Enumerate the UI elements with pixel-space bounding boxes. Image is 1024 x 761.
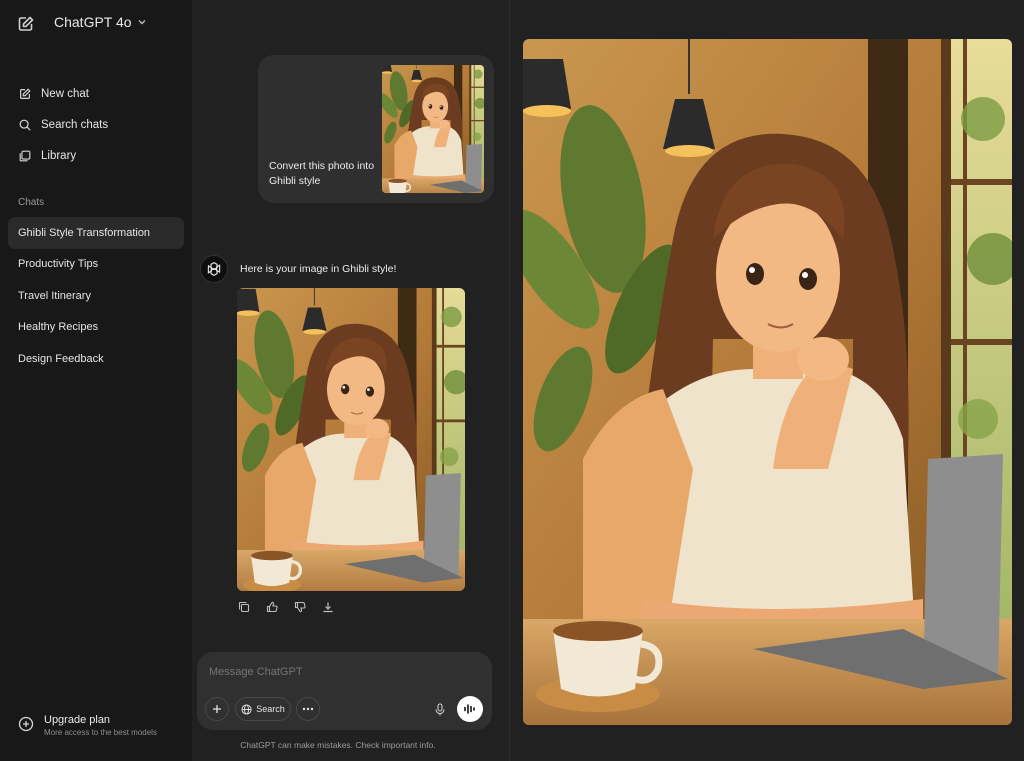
new-chat-icon <box>20 87 31 99</box>
sidebar-item-label: Library <box>41 149 77 162</box>
message-actions <box>238 601 334 613</box>
sidebar-item-label: Search chats <box>41 118 109 131</box>
model-selector[interactable]: ChatGPT 4o <box>54 14 147 30</box>
copy-icon[interactable] <box>238 601 250 613</box>
message-input[interactable] <box>209 666 469 678</box>
chatgpt-avatar <box>200 255 228 283</box>
search-icon <box>19 119 31 131</box>
message-composer: Search <box>197 652 492 730</box>
uploaded-photo-thumbnail[interactable] <box>382 65 484 193</box>
sidebar-item-label: New chat <box>41 87 89 100</box>
plus-circle-icon <box>18 716 34 732</box>
chat-item-design-feedback[interactable]: Design Feedback <box>8 343 184 375</box>
generated-image[interactable] <box>237 288 465 591</box>
voice-mode-button[interactable] <box>457 696 483 722</box>
upgrade-title: Upgrade plan <box>44 714 111 726</box>
thumbs-down-icon[interactable] <box>294 601 306 613</box>
upgrade-plan-button[interactable]: Upgrade plan More access to the best mod… <box>18 714 157 737</box>
globe-icon <box>241 703 252 715</box>
download-icon[interactable] <box>322 601 334 613</box>
sidebar-nav: New chat Search chats Library <box>10 78 184 171</box>
chevron-down-icon <box>138 20 146 25</box>
plus-icon <box>213 705 221 713</box>
sidebar: ChatGPT 4o New chat Search chats Library… <box>0 0 192 761</box>
openai-logo-icon <box>207 261 221 277</box>
disclaimer-text: ChatGPT can make mistakes. Check importa… <box>240 740 436 750</box>
sidebar-item-search-chats[interactable]: Search chats <box>10 109 184 140</box>
thumbs-up-icon[interactable] <box>266 601 278 613</box>
upgrade-subtitle: More access to the best models <box>44 728 157 737</box>
sidebar-item-library[interactable]: Library <box>10 140 184 171</box>
chat-item-travel-itinerary[interactable]: Travel Itinerary <box>8 280 184 312</box>
audio-waveform-icon <box>464 704 475 714</box>
chat-item-productivity-tips[interactable]: Productivity Tips <box>8 249 184 281</box>
dictate-button[interactable] <box>429 697 451 721</box>
library-icon <box>19 150 31 161</box>
user-message-bubble: Convert this photo into Ghibli style <box>258 55 494 203</box>
model-name: ChatGPT 4o <box>54 14 132 30</box>
ellipsis-icon <box>302 707 314 711</box>
chat-history-list: Ghibli Style Transformation Productivity… <box>8 217 184 375</box>
attach-button[interactable] <box>205 697 229 721</box>
panel-divider <box>509 0 510 761</box>
assistant-message-text: Here is your image in Ghibli style! <box>240 263 397 275</box>
chat-item-ghibli-style-transformation[interactable]: Ghibli Style Transformation <box>8 217 184 249</box>
chats-heading: Chats <box>18 197 45 208</box>
sidebar-item-new-chat[interactable]: New chat <box>10 78 184 109</box>
search-button[interactable]: Search <box>235 697 291 721</box>
chat-item-healthy-recipes[interactable]: Healthy Recipes <box>8 312 184 344</box>
search-button-label: Search <box>256 704 285 714</box>
microphone-icon <box>435 702 445 715</box>
image-preview-panel[interactable] <box>523 39 1012 725</box>
more-tools-button[interactable] <box>296 697 320 721</box>
user-message-text: Convert this photo into Ghibli style <box>269 160 375 187</box>
compose-icon[interactable] <box>16 14 36 34</box>
